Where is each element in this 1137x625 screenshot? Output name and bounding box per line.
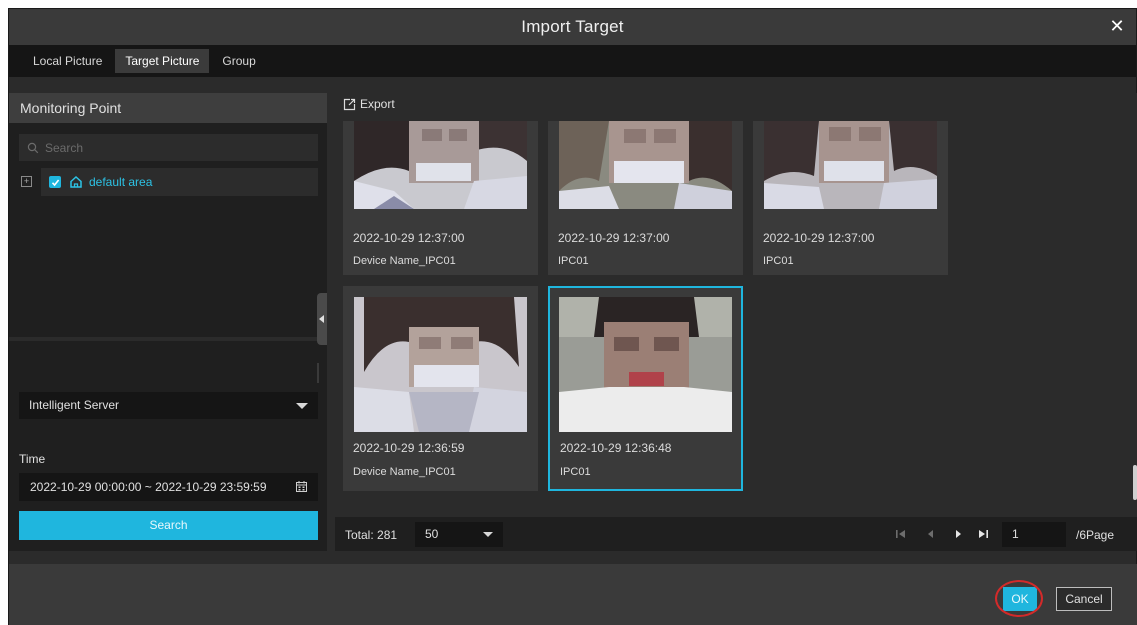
- collapse-panel-handle[interactable]: [317, 293, 327, 345]
- tree-item-label: default area: [89, 175, 153, 189]
- search-placeholder: Search: [45, 140, 84, 155]
- search-icon: [27, 142, 39, 153]
- import-target-dialog: Import Target ✕ Local Picture Target Pic…: [8, 8, 1137, 625]
- time-label: Time: [19, 452, 46, 466]
- tab-target-picture[interactable]: Target Picture: [115, 49, 210, 73]
- close-icon[interactable]: ✕: [1106, 15, 1128, 37]
- calendar-icon[interactable]: [296, 481, 307, 492]
- card-device-name: IPC01: [763, 255, 794, 267]
- card-timestamp: 2022-10-29 12:36:48: [560, 441, 672, 455]
- picture-card-selected[interactable]: 2022-10-29 12:36:48 IPC01: [548, 286, 743, 491]
- page-count: /6Page: [1076, 528, 1115, 542]
- card-device-name: Device Name_IPC01: [353, 466, 456, 478]
- face-thumbnail: [559, 121, 732, 209]
- title-bar: Import Target ✕: [9, 9, 1136, 45]
- picture-card[interactable]: 2022-10-29 12:37:00 IPC01: [753, 121, 948, 275]
- page-size-select[interactable]: 50: [415, 522, 503, 547]
- tab-group[interactable]: Group: [212, 49, 265, 73]
- cancel-button[interactable]: Cancel: [1056, 587, 1112, 611]
- face-thumbnail: [559, 297, 732, 432]
- export-label: Export: [360, 97, 395, 111]
- card-timestamp: 2022-10-29 12:37:00: [353, 231, 465, 245]
- picture-card[interactable]: 2022-10-29 12:37:00 Device Name_IPC01: [343, 121, 538, 275]
- server-select-value: Intelligent Server: [29, 398, 120, 412]
- face-thumbnail: [354, 121, 527, 209]
- pagination-bar: Total: 281 50 1 /6Page: [335, 517, 1137, 551]
- time-range-field[interactable]: 2022-10-29 00:00:00 ~ 2022-10-29 23:59:5…: [19, 473, 318, 501]
- check-icon: [51, 179, 59, 186]
- total-count: Total: 281: [345, 528, 398, 542]
- search-input[interactable]: Search: [19, 134, 318, 161]
- divider-mark: [317, 363, 319, 383]
- dialog-title: Import Target: [521, 17, 624, 36]
- first-page-icon[interactable]: [895, 528, 907, 540]
- card-device-name: IPC01: [560, 466, 591, 478]
- face-thumbnail: [354, 297, 527, 432]
- time-range-value: 2022-10-29 00:00:00 ~ 2022-10-29 23:59:5…: [30, 480, 267, 494]
- chevron-down-icon: [296, 403, 308, 409]
- left-panel: Monitoring Point Search + default area I…: [9, 93, 327, 551]
- card-device-name: IPC01: [558, 255, 589, 267]
- card-timestamp: 2022-10-29 12:37:00: [763, 231, 875, 245]
- card-device-name: Device Name_IPC01: [353, 255, 456, 267]
- picture-grid: 2022-10-29 12:37:00 Device Name_IPC01 20…: [343, 121, 1123, 505]
- search-button[interactable]: Search: [19, 511, 318, 540]
- export-button[interactable]: Export: [343, 97, 395, 111]
- tab-local-picture[interactable]: Local Picture: [23, 49, 112, 73]
- home-icon: [70, 175, 82, 188]
- server-select[interactable]: Intelligent Server: [19, 392, 318, 419]
- export-icon: [343, 98, 356, 110]
- tab-bar: Local Picture Target Picture Group: [9, 45, 1136, 77]
- highlight-circle: [995, 580, 1043, 617]
- page-size-value: 50: [425, 527, 439, 541]
- last-page-icon[interactable]: [977, 528, 989, 540]
- card-timestamp: 2022-10-29 12:37:00: [558, 231, 670, 245]
- checkbox-default-area[interactable]: [49, 176, 61, 188]
- previous-page-icon[interactable]: [925, 528, 937, 540]
- page-number-input[interactable]: 1: [1002, 522, 1066, 547]
- dialog-footer: OK Cancel: [9, 564, 1137, 625]
- next-page-icon[interactable]: [952, 528, 964, 540]
- face-thumbnail: [764, 121, 937, 209]
- card-timestamp: 2022-10-29 12:36:59: [353, 441, 465, 455]
- expand-tree-icon[interactable]: +: [21, 176, 32, 187]
- tree-item-default-area[interactable]: default area: [41, 168, 318, 196]
- grid-scrollbar[interactable]: [1133, 465, 1137, 500]
- right-panel: Export 2022-10-29 12:37:00 Device Name_I…: [335, 93, 1137, 551]
- picture-card[interactable]: 2022-10-29 12:36:59 Device Name_IPC01: [343, 286, 538, 491]
- picture-card[interactable]: 2022-10-29 12:37:00 IPC01: [548, 121, 743, 275]
- chevron-down-icon: [483, 532, 493, 537]
- panel-divider: [9, 337, 327, 341]
- monitoring-point-header: Monitoring Point: [9, 93, 327, 123]
